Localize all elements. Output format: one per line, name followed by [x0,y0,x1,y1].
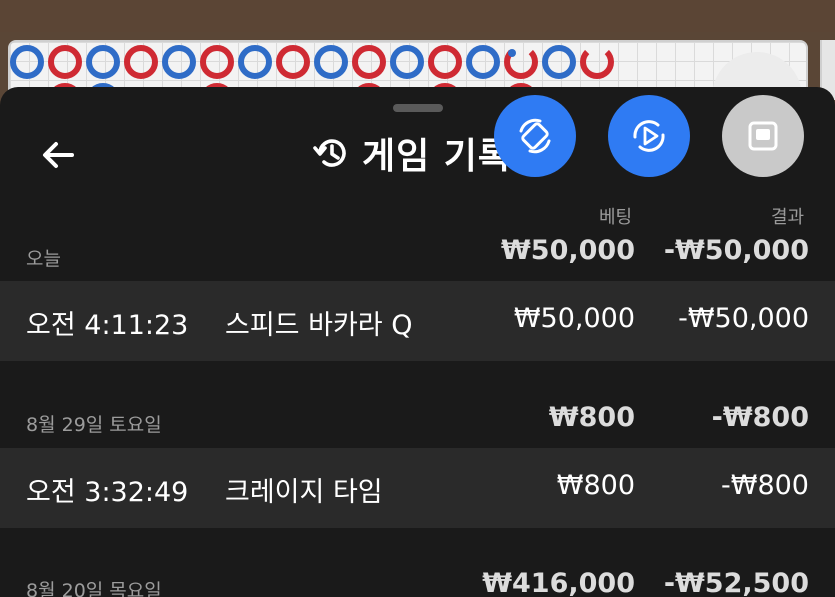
replay-video-button[interactable] [608,95,690,177]
group-date: 8월 20일 목요일 [26,580,162,597]
minimize-button[interactable] [722,95,804,177]
player-bead [86,45,120,79]
rotate-screen-button[interactable] [494,95,576,177]
row-bet: ₩800 [556,470,635,501]
player-bead [466,45,500,79]
column-header-bet: 베팅 [599,207,633,228]
player-bead [162,45,196,79]
history-row[interactable]: 오전 4:11:23 스피드 바카라 Q ₩50,000 -₩50,000 [0,281,835,361]
group-total-result: -₩800 [711,402,809,433]
row-game-name: 크레이지 타임 [225,477,383,508]
arrow-left-icon [43,142,74,168]
player-bead [542,45,576,79]
group-date: 오늘 [26,248,61,270]
history-row[interactable]: 오전 3:32:49 크레이지 타임 ₩800 -₩800 [0,448,835,528]
game-top-bar [0,0,835,32]
banker-bead [352,45,386,79]
screen: { "roadmap": { "beads": ["B","R","B","R"… [0,0,835,597]
player-bead [238,45,272,79]
sheet-grabber-handle[interactable] [393,104,443,112]
rotate-icon [519,118,551,154]
sheet-header: 게임 기록 [312,131,512,177]
group-date: 8월 29일 토요일 [26,414,162,436]
column-header-result: 결과 [771,207,805,228]
history-icon [313,139,346,167]
row-time: 오전 4:11:23 [26,310,189,341]
game-history-sheet: 게임 기록 베팅 결과 오늘 ₩50,000 -₩50,000 오전 4:11:… [0,87,835,597]
group-total-result: -₩50,000 [663,235,809,266]
back-button[interactable] [38,135,78,175]
square-stop-icon [748,121,778,151]
row-game-name: 스피드 바카라 Q [225,310,413,341]
row-bet: ₩50,000 [513,303,635,334]
replay-play-icon [633,120,665,152]
banker-bead-open [580,45,614,79]
banker-bead [276,45,310,79]
player-bead [314,45,348,79]
banker-bead [124,45,158,79]
banker-bead [428,45,462,79]
page-title: 게임 기록 [362,136,513,177]
banker-bead-pair [504,45,538,79]
row-result: -₩50,000 [678,303,809,334]
banker-bead [200,45,234,79]
row-time: 오전 3:32:49 [26,477,189,508]
group-total-bet: ₩800 [548,402,635,433]
group-total-result: -₩52,500 [663,568,809,597]
group-total-bet: ₩416,000 [482,568,635,597]
player-bead [10,45,44,79]
banker-bead [48,45,82,79]
player-bead [390,45,424,79]
group-total-bet: ₩50,000 [501,235,635,266]
row-result: -₩800 [721,470,809,501]
